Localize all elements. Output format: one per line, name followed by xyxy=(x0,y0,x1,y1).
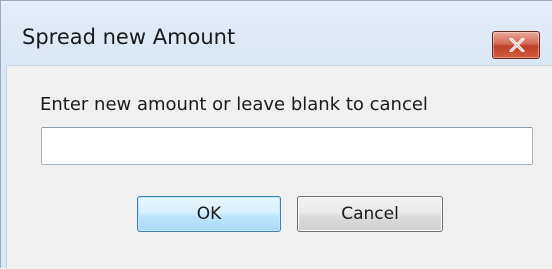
dialog-body: Enter new amount or leave blank to cance… xyxy=(6,65,552,269)
prompt-label: Enter new amount or leave blank to cance… xyxy=(40,94,428,115)
close-button[interactable] xyxy=(492,31,540,59)
close-icon xyxy=(509,38,525,52)
dialog-window: Spread new Amount Enter new amount or le… xyxy=(0,0,552,269)
ok-button[interactable]: OK xyxy=(137,196,281,232)
amount-input[interactable] xyxy=(41,127,533,165)
window-title: Spread new Amount xyxy=(22,25,236,49)
cancel-button[interactable]: Cancel xyxy=(297,196,443,232)
